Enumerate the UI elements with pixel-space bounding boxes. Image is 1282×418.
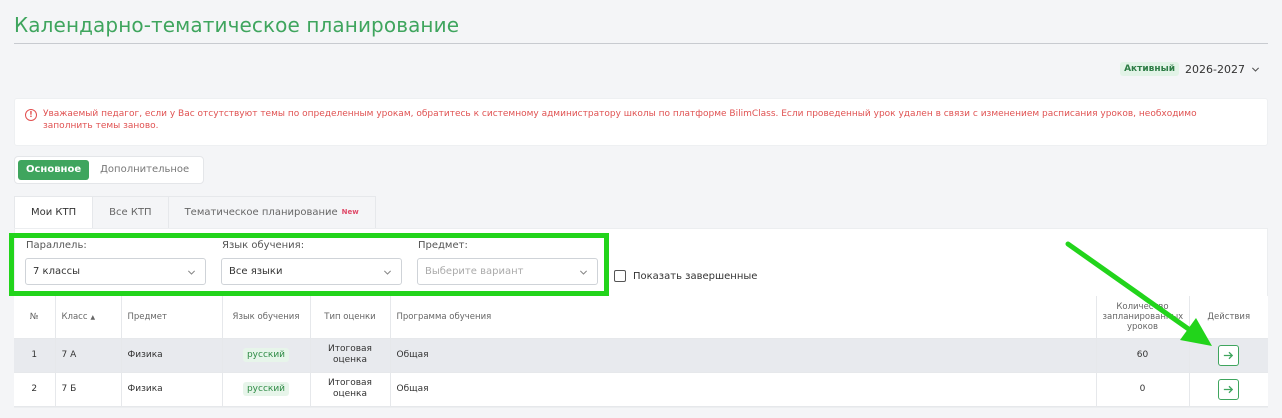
row-language-cell: русский [222,372,311,407]
alert-circle-icon: ! [25,109,37,121]
row-class: 7 Б [55,372,122,407]
col-header-actions: Действия [1189,296,1268,339]
row-class: 7 А [55,338,122,373]
year-selector[interactable]: Активный 2026-2027 [1120,62,1260,76]
ktp-table: № Класс ▲ Предмет Язык обучения Тип оценк… [14,296,1268,407]
col-header-program: Программа обучения [390,296,1097,339]
page-title: Календарно-тематическое планирование [14,13,460,37]
table-row[interactable]: 2 7 Б Физика русский Итоговая оценка Общ… [14,372,1268,407]
checkbox-icon[interactable] [614,270,626,282]
language-badge: русский [242,348,290,362]
row-subject: Физика [121,372,223,407]
col-header-class[interactable]: Класс ▲ [55,296,122,339]
col-header-class-label: Класс [61,311,88,322]
new-badge: New [341,208,359,216]
arrow-right-icon [1224,385,1234,393]
row-language-cell: русский [222,338,311,373]
tab-all-ktp[interactable]: Все КТП [92,196,169,228]
col-header-num: № [14,296,56,339]
plan-type-toggle: Основное Дополнительное [14,156,205,184]
tab-my-ktp[interactable]: Мои КТП [14,196,94,228]
col-header-grade-type: Тип оценки [310,296,391,339]
col-header-subject: Предмет [121,296,223,339]
title-divider [14,43,1268,44]
row-lesson-count: 60 [1096,338,1190,373]
chevron-down-icon [1251,66,1260,72]
col-header-language: Язык обучения [222,296,311,339]
active-badge: Активный [1120,62,1180,76]
row-program: Общая [390,338,1097,373]
segment-additional-button[interactable]: Дополнительное [89,160,200,180]
tab-thematic-planning[interactable]: Тематическое планирование New [167,196,376,228]
row-subject: Физика [121,338,223,373]
row-num: 1 [14,338,56,373]
segment-main-button[interactable]: Основное [18,160,90,180]
open-ktp-button[interactable] [1218,378,1240,400]
row-lesson-count: 0 [1096,372,1190,407]
tab-thematic-planning-label: Тематическое планирование [184,207,338,218]
show-completed-label: Показать завершенные [633,270,758,282]
year-value: 2026-2027 [1185,62,1245,76]
col-header-lesson-count: Количество запланированных уроков [1096,296,1190,339]
show-completed-toggle[interactable]: Показать завершенные [614,270,757,282]
sort-asc-icon: ▲ [90,313,96,321]
row-num: 2 [14,372,56,407]
filters-highlight-box [9,233,609,296]
info-alert: ! Уважаемый педагог, если у Вас отсутств… [14,98,1268,146]
table-header-row: № Класс ▲ Предмет Язык обучения Тип оценк… [14,296,1268,339]
table-row[interactable]: 1 7 А Физика русский Итоговая оценка Общ… [14,338,1268,373]
row-actions [1189,372,1268,407]
alert-text: Уважаемый педагог, если у Вас отсутствую… [43,109,1197,131]
row-grade-type: Итоговая оценка [310,372,391,407]
language-badge: русский [242,382,290,396]
arrow-right-icon [1224,351,1234,359]
row-program: Общая [390,372,1097,407]
tab-bar: Мои КТП Все КТП Тематическое планировани… [14,196,376,228]
open-ktp-button[interactable] [1218,344,1240,366]
row-grade-type: Итоговая оценка [310,338,391,373]
row-actions [1189,338,1268,373]
